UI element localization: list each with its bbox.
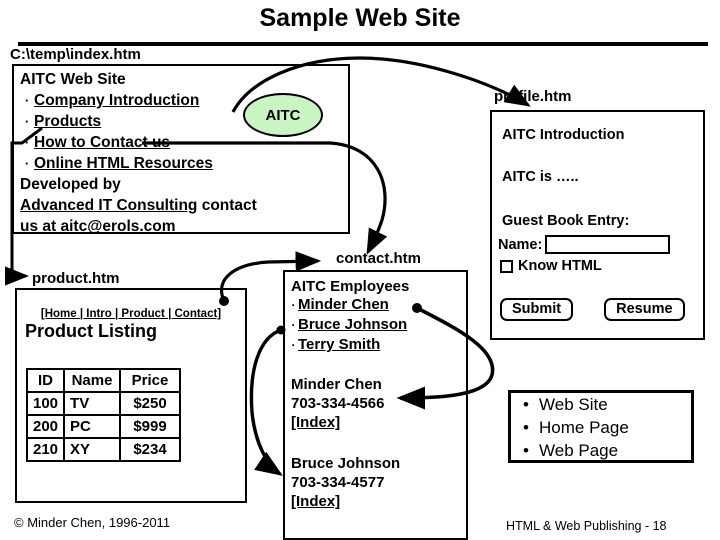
browser-window-index: AITC Web Site · Company Introduction · Pro… — [12, 64, 350, 237]
link-advanced-it-consulting[interactable]: Advanced IT Consulting — [20, 197, 197, 214]
page-title: Sample Web Site — [259, 4, 461, 32]
guest-book-heading: Guest Book Entry: — [502, 213, 630, 229]
profile-body-text: AITC is ….. — [502, 169, 579, 185]
product-nav-bar: [Home | Intro | Product | Contact] — [17, 308, 245, 320]
slide-canvas: Sample Web Site C:\temp\index.htm AITC W… — [0, 0, 720, 540]
cell-id: 100 — [25, 391, 66, 416]
aitc-logo: AITC — [243, 93, 323, 137]
column-header-id: ID — [25, 368, 66, 393]
resume-button[interactable]: Resume — [604, 298, 685, 321]
browser-window-contact: AITC Employees · Minder Chen · Bruce Johns… — [283, 270, 468, 540]
table-row: 210 XY $234 — [25, 437, 182, 462]
product-heading: Product Listing — [25, 321, 157, 341]
bullet-icon: · — [291, 318, 296, 332]
column-header-name: Name — [63, 368, 122, 393]
table-row: 200 PC $999 — [25, 414, 182, 439]
concept-label: Web Site — [539, 395, 608, 414]
footer-right-text: HTML & Web Publishing - 18 — [506, 519, 667, 533]
arrow-brucejohnson-to-anchor — [249, 328, 283, 476]
bullet-icon: · — [291, 298, 296, 312]
contact-file-label: contact.htm — [336, 250, 422, 267]
nav-link-product[interactable]: | Product — [115, 308, 168, 320]
bullet-icon: • — [523, 441, 529, 460]
cell-id: 200 — [25, 414, 66, 439]
table-header-row: ID Name Price — [25, 368, 182, 393]
browser-window-profile: AITC Introduction AITC is ….. Guest Book… — [490, 110, 705, 340]
employee-link-row: · Bruce Johnson — [289, 315, 466, 335]
bullet-icon: · — [24, 135, 30, 150]
cell-id: 210 — [25, 437, 66, 462]
know-html-label: Know HTML — [518, 258, 602, 274]
email-line: us at aitc@erols.com — [20, 216, 342, 237]
us-at-text: us at — [20, 218, 57, 235]
profile-file-label: profile.htm — [494, 88, 572, 105]
name-label: Name: — [498, 236, 543, 253]
employee-link-row: · Minder Chen — [289, 295, 466, 315]
cell-price: $250 — [119, 391, 182, 416]
bullet-icon: · — [24, 156, 30, 171]
nav-link-intro[interactable]: | Intro — [80, 308, 115, 320]
table-row: 100 TV $250 — [25, 391, 182, 416]
bullet-icon: • — [523, 395, 529, 414]
entry-name: Minder Chen — [291, 376, 382, 393]
link-online-html-resources[interactable]: Online HTML Resources — [34, 155, 213, 172]
bullet-icon: · — [24, 114, 30, 129]
cell-price: $234 — [119, 437, 182, 462]
concepts-box: • Web Site • Home Page • Web Page — [508, 390, 694, 463]
nav-link-home[interactable]: [Home — [41, 308, 80, 320]
aitc-logo-label: AITC — [265, 106, 301, 124]
index-file-label: C:\temp\index.htm — [10, 46, 141, 63]
link-index-minder-chen[interactable]: [Index] — [291, 413, 466, 432]
column-header-price: Price — [119, 368, 182, 393]
concept-label: Home Page — [539, 418, 629, 437]
cell-name: XY — [63, 437, 122, 462]
copyright-text: © Minder Chen, 1996-2011 — [14, 515, 171, 530]
bullet-icon: • — [523, 418, 529, 437]
cell-name: TV — [63, 391, 122, 416]
profile-button-row: Submit Resume — [500, 298, 703, 321]
contact-heading: AITC Employees — [291, 278, 410, 295]
entry-name: Bruce Johnson — [291, 455, 401, 472]
concept-item: • Web Site — [523, 393, 691, 416]
link-employee-minder-chen[interactable]: Minder Chen — [298, 296, 389, 313]
browser-window-product: [Home | Intro | Product | Contact] Produ… — [15, 288, 247, 503]
entry-phone: 703-334-4566 — [291, 395, 385, 412]
concept-label: Web Page — [539, 441, 619, 460]
employee-entry-minder-chen: Minder Chen 703-334-4566 [Index] — [291, 375, 466, 432]
link-products[interactable]: Products — [34, 113, 101, 130]
link-how-to-contact-us[interactable]: How to Contact us — [34, 134, 170, 151]
bullet-icon: · — [24, 93, 30, 108]
link-index-bruce-johnson[interactable]: [Index] — [291, 492, 466, 511]
product-file-label: product.htm — [32, 270, 120, 287]
index-link-row: · Online HTML Resources — [20, 153, 342, 174]
cell-price: $999 — [119, 414, 182, 439]
know-html-row[interactable]: Know HTML — [500, 258, 703, 274]
name-field-row: Name: — [498, 235, 703, 254]
concept-item: • Home Page — [523, 416, 691, 439]
link-email-aitc[interactable]: aitc@erols.com — [61, 218, 176, 235]
cell-name: PC — [63, 414, 122, 439]
link-employee-bruce-johnson[interactable]: Bruce Johnson — [298, 316, 407, 333]
employee-link-row: · Terry Smith — [289, 335, 466, 355]
know-html-checkbox[interactable] — [500, 259, 513, 273]
contact-word: contact — [201, 197, 257, 214]
employee-entry-bruce-johnson: Bruce Johnson 703-334-4577 [Index] — [291, 454, 466, 511]
submit-button[interactable]: Submit — [500, 298, 574, 321]
bullet-icon: · — [291, 338, 296, 352]
link-employee-terry-smith[interactable]: Terry Smith — [298, 336, 380, 353]
company-line: Advanced IT Consulting contact — [20, 195, 342, 216]
link-company-introduction[interactable]: Company Introduction — [34, 92, 199, 109]
concept-item: • Web Page — [523, 439, 691, 462]
developed-by-text: Developed by — [20, 176, 121, 193]
profile-heading: AITC Introduction — [502, 127, 625, 143]
index-heading: AITC Web Site — [20, 71, 126, 88]
nav-link-contact[interactable]: | Contact] — [168, 308, 221, 320]
name-input[interactable] — [545, 235, 671, 254]
product-table: ID Name Price 100 TV $250 200 PC $999 21… — [25, 368, 182, 462]
entry-phone: 703-334-4577 — [291, 474, 385, 491]
